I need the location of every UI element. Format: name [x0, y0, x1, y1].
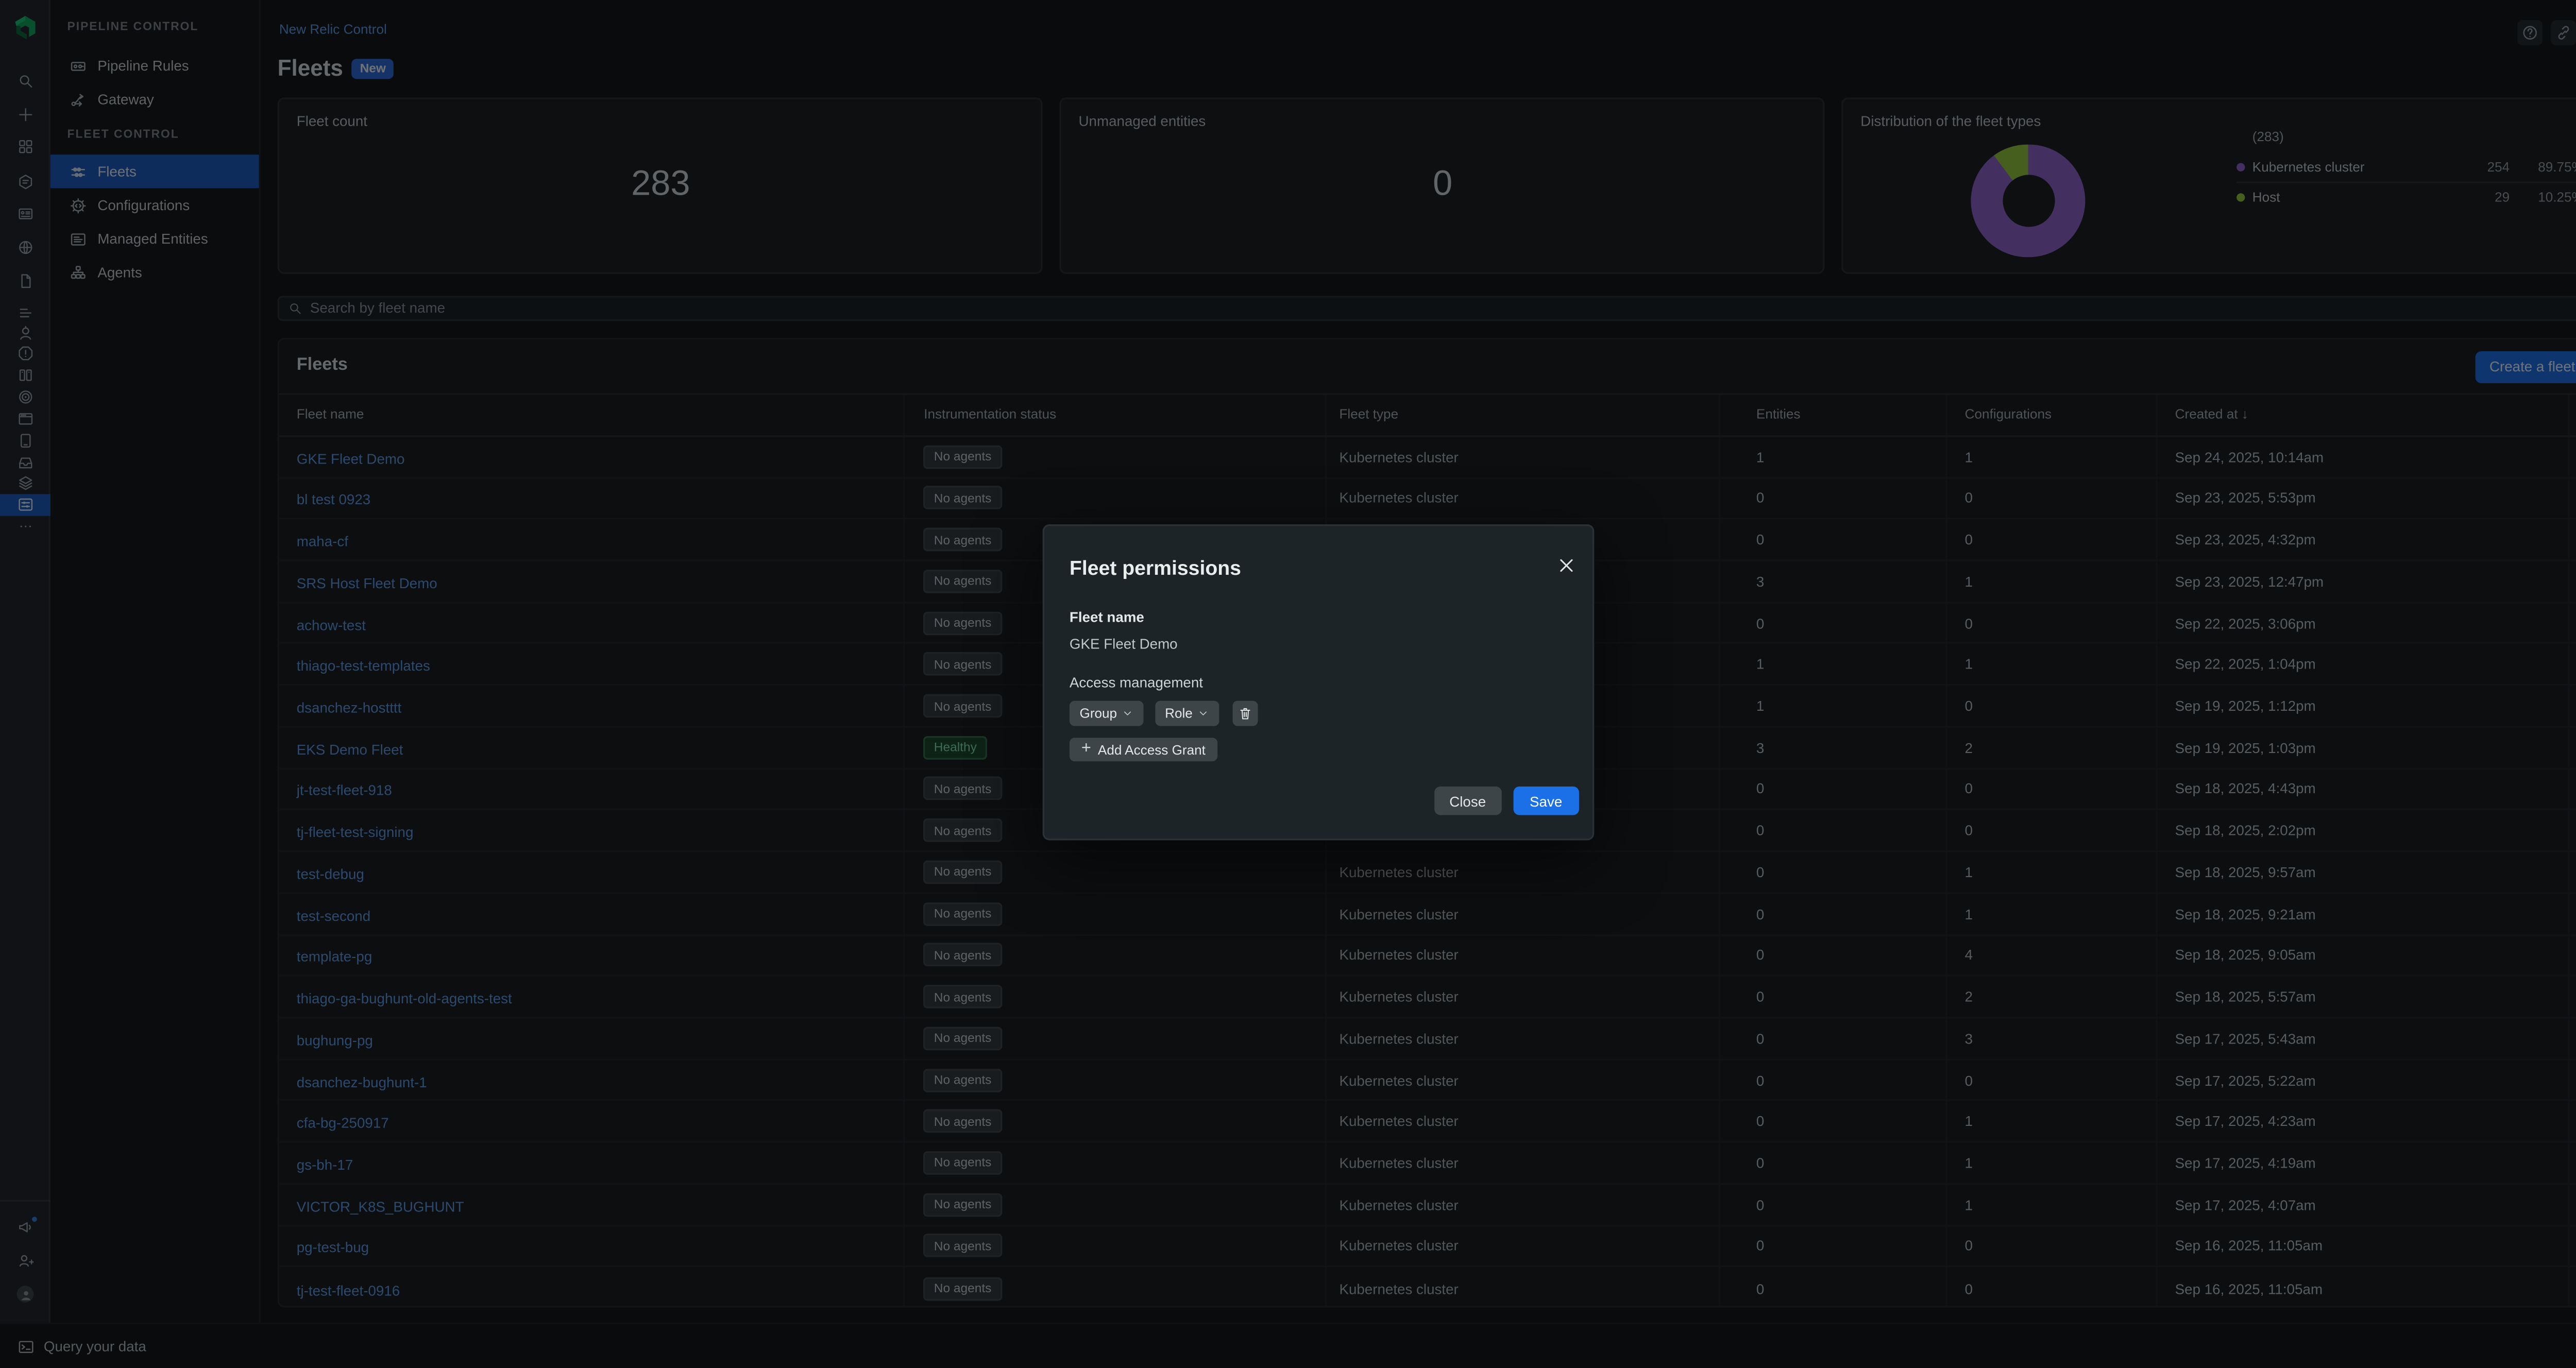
group-dropdown[interactable]: Group	[1070, 701, 1144, 726]
plus-icon: +	[1081, 741, 1091, 758]
chevron-down-icon	[1122, 708, 1134, 720]
save-button[interactable]: Save	[1513, 786, 1579, 815]
chevron-down-icon	[1198, 708, 1210, 720]
delete-grant-button[interactable]	[1232, 701, 1258, 726]
add-access-grant-button[interactable]: +Add Access Grant	[1070, 738, 1217, 761]
access-grant-row: Group Role	[1070, 701, 1567, 726]
fleet-permissions-modal: Fleet permissions Fleet name GKE Fleet D…	[1043, 524, 1595, 840]
app-window: PIPELINE CONTROLPipeline RulesGatewayFLE…	[0, 0, 2576, 1368]
modal-title: Fleet permissions	[1070, 556, 1567, 580]
close-icon[interactable]	[1555, 555, 1577, 576]
fleet-name-label: Fleet name	[1070, 608, 1567, 625]
close-button[interactable]: Close	[1434, 786, 1501, 815]
access-management-label: Access management	[1070, 674, 1567, 691]
fleet-name-value: GKE Fleet Demo	[1070, 635, 1567, 652]
role-dropdown[interactable]: Role	[1155, 701, 1220, 726]
trash-icon	[1237, 706, 1252, 721]
